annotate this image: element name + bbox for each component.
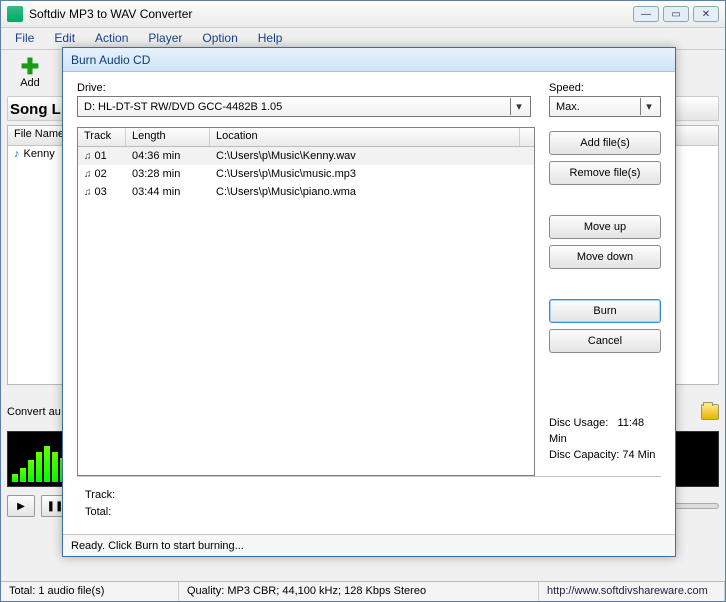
status-quality: Quality: MP3 CBR; 44,100 kHz; 128 Kbps S… bbox=[179, 582, 539, 601]
col-location[interactable]: Location bbox=[210, 128, 520, 146]
col-length[interactable]: Length bbox=[126, 128, 210, 146]
play-button[interactable]: ▶ bbox=[7, 495, 35, 517]
track-number: 01 bbox=[95, 150, 107, 162]
menu-player[interactable]: Player bbox=[138, 28, 192, 49]
menu-action[interactable]: Action bbox=[85, 28, 138, 49]
menu-help[interactable]: Help bbox=[248, 28, 293, 49]
music-note-icon: ♫ bbox=[84, 169, 92, 180]
col-track[interactable]: Track bbox=[78, 128, 126, 146]
close-button[interactable]: ✕ bbox=[693, 6, 719, 22]
move-down-button[interactable]: Move down bbox=[549, 245, 661, 269]
disc-capacity-value: 74 Min bbox=[622, 449, 655, 461]
drive-label: Drive: bbox=[77, 82, 531, 94]
track-location: C:\Users\p\Music\piano.wma bbox=[210, 186, 534, 198]
convert-label: Convert au bbox=[7, 406, 61, 418]
speed-value: Max. bbox=[556, 101, 580, 113]
main-titlebar[interactable]: Softdiv MP3 to WAV Converter — ▭ ✕ bbox=[1, 1, 725, 28]
status-total: Total: 1 audio file(s) bbox=[1, 582, 179, 601]
progress-info: Track: Total: bbox=[77, 476, 661, 528]
cancel-button[interactable]: Cancel bbox=[549, 329, 661, 353]
track-location: C:\Users\p\Music\music.mp3 bbox=[210, 168, 534, 180]
speed-combobox[interactable]: Max. ▾ bbox=[549, 96, 661, 117]
track-location: C:\Users\p\Music\Kenny.wav bbox=[210, 150, 534, 162]
spectrum-bar bbox=[44, 446, 50, 482]
plus-icon: ✚ bbox=[21, 58, 39, 76]
burn-button[interactable]: Burn bbox=[549, 299, 661, 323]
music-note-icon: ♪ bbox=[14, 148, 20, 160]
minimize-button[interactable]: — bbox=[633, 6, 659, 22]
spectrum-bar bbox=[12, 474, 18, 482]
burn-cd-dialog: Burn Audio CD Drive: D: HL-DT-ST RW/DVD … bbox=[62, 47, 676, 557]
toolbar-add-button[interactable]: ✚ Add bbox=[7, 52, 53, 94]
main-statusbar: Total: 1 audio file(s) Quality: MP3 CBR;… bbox=[1, 581, 725, 601]
track-number: 02 bbox=[95, 168, 107, 180]
disc-usage-label: Disc Usage: bbox=[549, 417, 608, 429]
menu-file[interactable]: File bbox=[5, 28, 44, 49]
col-spacer bbox=[520, 128, 534, 146]
track-row[interactable]: ♫01 04:36 minC:\Users\p\Music\Kenny.wav bbox=[78, 147, 534, 165]
dialog-statusbar: Ready. Click Burn to start burning... bbox=[63, 534, 675, 556]
app-icon bbox=[7, 6, 23, 22]
spectrum-bar bbox=[20, 468, 26, 482]
speed-label: Speed: bbox=[549, 82, 661, 94]
window-controls: — ▭ ✕ bbox=[633, 6, 719, 22]
track-row[interactable]: ♫02 03:28 minC:\Users\p\Music\music.mp3 bbox=[78, 165, 534, 183]
track-length: 04:36 min bbox=[126, 150, 210, 162]
list-item-label: Kenny bbox=[24, 148, 55, 160]
track-length: 03:44 min bbox=[126, 186, 210, 198]
dialog-title[interactable]: Burn Audio CD bbox=[63, 48, 675, 72]
move-up-button[interactable]: Move up bbox=[549, 215, 661, 239]
menu-option[interactable]: Option bbox=[192, 28, 247, 49]
remove-files-button[interactable]: Remove file(s) bbox=[549, 161, 661, 185]
maximize-button[interactable]: ▭ bbox=[663, 6, 689, 22]
menu-edit[interactable]: Edit bbox=[44, 28, 85, 49]
progress-track-label: Track: bbox=[85, 489, 115, 501]
track-number: 03 bbox=[95, 186, 107, 198]
disc-info: Disc Usage: 11:48 Min Disc Capacity: 74 … bbox=[549, 410, 661, 476]
toolbar-add-label: Add bbox=[20, 77, 40, 89]
track-length: 03:28 min bbox=[126, 168, 210, 180]
track-grid[interactable]: Track Length Location ♫0104:36 minC:\Use… bbox=[77, 127, 535, 476]
spectrum-bar bbox=[28, 460, 34, 482]
drive-value: D: HL-DT-ST RW/DVD GCC-4482B 1.05 bbox=[84, 101, 282, 113]
add-files-button[interactable]: Add file(s) bbox=[549, 131, 661, 155]
spectrum-bar bbox=[36, 452, 42, 482]
disc-capacity-label: Disc Capacity: bbox=[549, 449, 619, 461]
chevron-down-icon: ▾ bbox=[640, 98, 657, 115]
music-note-icon: ♫ bbox=[84, 151, 92, 162]
chevron-down-icon: ▾ bbox=[510, 98, 527, 115]
open-folder-icon[interactable] bbox=[701, 404, 719, 420]
track-row[interactable]: ♫03 03:44 minC:\Users\p\Music\piano.wma bbox=[78, 183, 534, 201]
status-url[interactable]: http://www.softdivshareware.com bbox=[539, 582, 725, 601]
progress-total-label: Total: bbox=[85, 506, 111, 518]
drive-combobox[interactable]: D: HL-DT-ST RW/DVD GCC-4482B 1.05 ▾ bbox=[77, 96, 531, 117]
spectrum-bar bbox=[52, 452, 58, 482]
main-window-title: Softdiv MP3 to WAV Converter bbox=[29, 7, 627, 21]
music-note-icon: ♫ bbox=[84, 187, 92, 198]
